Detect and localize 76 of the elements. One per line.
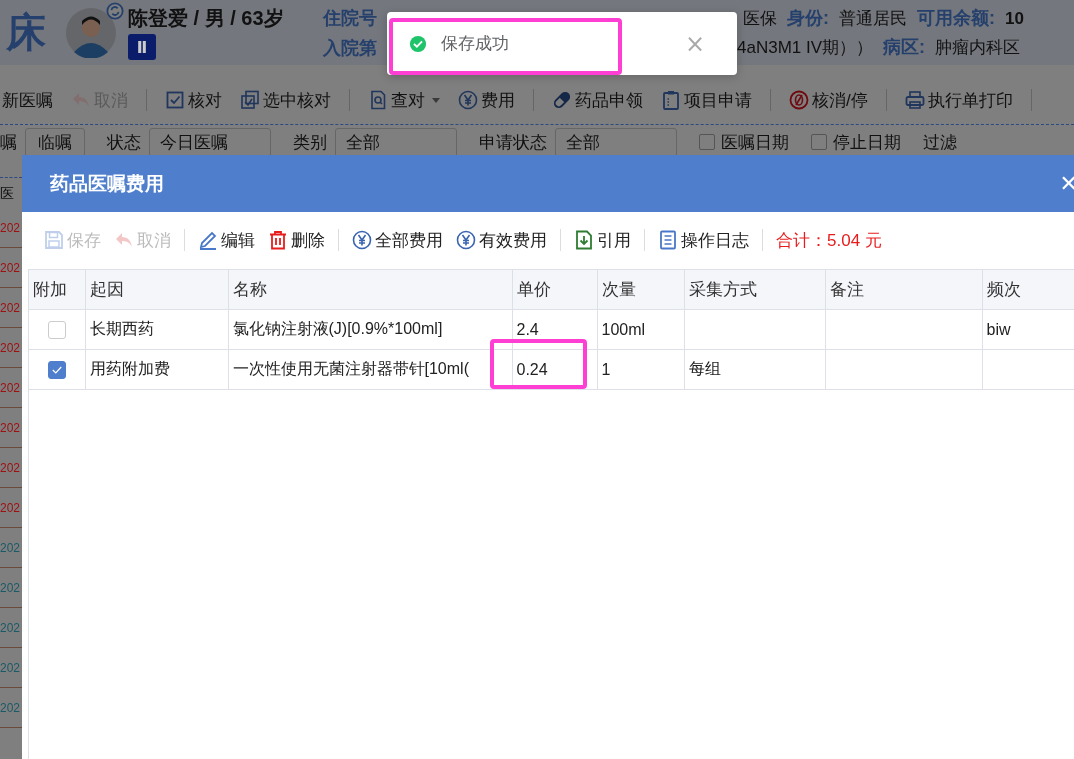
toolbar-button[interactable]: 项目申请 bbox=[661, 88, 752, 112]
checkbox[interactable] bbox=[699, 134, 715, 150]
success-check-icon bbox=[409, 34, 427, 53]
yen-circle-icon bbox=[456, 230, 476, 250]
double-checkbox-icon bbox=[240, 90, 260, 110]
toolbar-button[interactable]: 查对 bbox=[368, 88, 440, 112]
yen-circle-icon bbox=[352, 230, 372, 250]
table-cell: 0.24 bbox=[516, 360, 548, 378]
printer-icon bbox=[904, 90, 925, 110]
filter-label: 嘱 bbox=[0, 131, 17, 154]
field-label: 可用余额: bbox=[917, 7, 995, 30]
field-value: 10 bbox=[1005, 9, 1024, 29]
column-header: 单价 bbox=[512, 269, 597, 310]
checkbox-label: 医嘱日期 bbox=[721, 131, 789, 154]
pill-icon bbox=[552, 90, 572, 110]
table-cell: biw bbox=[986, 320, 1011, 338]
column-header: 采集方式 bbox=[684, 269, 825, 310]
field-value: 普通居民 bbox=[839, 8, 907, 30]
care-level-badge: Ⅱ bbox=[128, 34, 156, 60]
table-cell: 2.4 bbox=[516, 320, 539, 338]
toolbar-button[interactable]: 核对 bbox=[165, 88, 222, 112]
toolbar-button[interactable]: 选中核对 bbox=[240, 88, 331, 112]
toolbar-button[interactable]: 费用 bbox=[458, 88, 515, 112]
pencil-icon bbox=[198, 230, 218, 250]
column-header: 频次 bbox=[982, 269, 1074, 310]
toolbar-button[interactable]: 引用 bbox=[574, 228, 631, 252]
column-header: 次量 bbox=[597, 269, 684, 310]
field-label: 病区: bbox=[883, 36, 926, 59]
filter-label: 类别 bbox=[293, 131, 327, 154]
toolbar-button[interactable]: 编辑 bbox=[198, 228, 255, 252]
column-header: 备注 bbox=[825, 269, 982, 310]
filter-label: 状态 bbox=[107, 131, 141, 154]
bed-number: 床 bbox=[6, 9, 47, 56]
filter-label: 申请状态 bbox=[479, 131, 547, 154]
total-amount: 合计：5.04 元 bbox=[776, 229, 882, 252]
toolbar-button[interactable]: 核消/停 bbox=[789, 88, 868, 112]
table-cell: 氯化钠注射液(J)[0.9%*100ml] bbox=[232, 320, 443, 337]
table-cell: 每组 bbox=[688, 360, 721, 377]
toolbar-button[interactable]: 执行单打印 bbox=[904, 88, 1013, 112]
field-value: 肿瘤内科区 bbox=[935, 37, 1021, 59]
yen-circle-icon bbox=[458, 90, 478, 110]
toolbar-button[interactable]: 有效费用 bbox=[456, 228, 547, 252]
toolbar-button[interactable]: 全部费用 bbox=[352, 228, 443, 252]
field-label: 身份: bbox=[787, 7, 829, 30]
toolbar-button[interactable]: 药品申领 bbox=[552, 88, 643, 112]
column-header: 起因 bbox=[85, 269, 228, 310]
no-entry-icon bbox=[789, 90, 809, 110]
clipboard-icon bbox=[661, 90, 681, 110]
document-lines-icon bbox=[658, 230, 678, 250]
patient-name: 陈登爱 / 男 / 63岁 bbox=[128, 6, 285, 31]
checkbox[interactable] bbox=[811, 134, 827, 150]
table-cell: 一次性使用无菌注射器带针[10ml( bbox=[232, 360, 469, 377]
search-icon bbox=[368, 90, 388, 110]
download-file-icon bbox=[574, 230, 594, 250]
checkbox-label: 停止日期 bbox=[833, 131, 901, 154]
toast-message: 保存成功 bbox=[441, 33, 510, 55]
table-cell: 长期西药 bbox=[89, 320, 154, 337]
toolbar-button[interactable]: 操作日志 bbox=[658, 228, 749, 252]
dialog-title: 药品医嘱费用 bbox=[50, 171, 164, 196]
field-value: 4aN3M1 IV期）） bbox=[737, 37, 874, 59]
toolbar-button[interactable]: 新医嘱 bbox=[2, 88, 53, 112]
checkbox-icon bbox=[165, 90, 185, 110]
toolbar-button[interactable]: 删除 bbox=[268, 228, 325, 252]
table-cell: 用药附加费 bbox=[89, 360, 170, 377]
filter-button[interactable]: 过滤 bbox=[923, 130, 957, 154]
table-cell: 100ml bbox=[601, 320, 646, 338]
field-label: 入院第 bbox=[323, 36, 377, 60]
field-label: 住院号 bbox=[323, 6, 377, 30]
checkbox[interactable] bbox=[47, 360, 66, 379]
table-cell: 1 bbox=[601, 360, 611, 378]
avatar-icon bbox=[66, 7, 116, 58]
column-header: 名称 bbox=[228, 269, 512, 310]
field-value: 医保 bbox=[743, 8, 777, 30]
column-header: 医 bbox=[0, 184, 14, 203]
trash-can-icon bbox=[268, 230, 288, 250]
column-header: 附加 bbox=[29, 269, 85, 310]
